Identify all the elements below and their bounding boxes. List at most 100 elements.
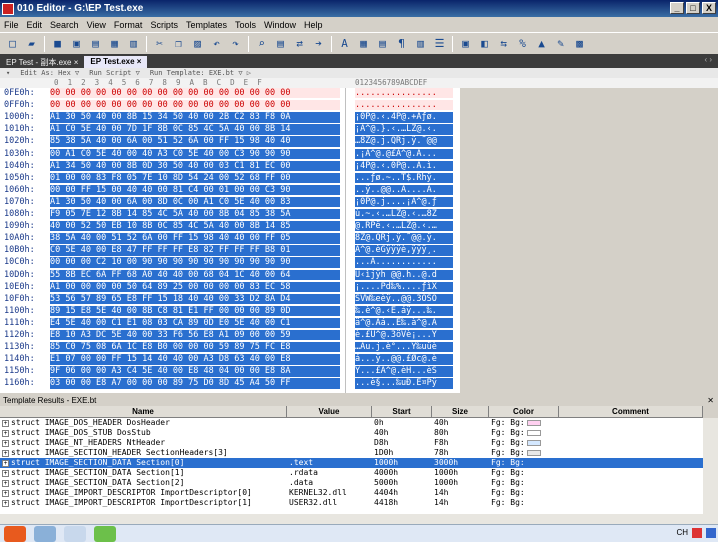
row-ascii[interactable]: ‰.è^@.‹È.áÿ...‰.: [355, 305, 453, 317]
row-ascii[interactable]: ¡4P@.‹.0P@..Á.ì.: [355, 160, 453, 171]
row-hex-bytes[interactable]: A1 00 00 00 00 50 64 89 25 00 00 00 00 8…: [50, 281, 340, 292]
collapse-icon[interactable]: ▾: [6, 69, 10, 77]
hex-row[interactable]: 1080h: F9 05 7E 12 8B 14 85 4C 5A 40 00 8…: [0, 209, 460, 220]
histogram-icon[interactable]: ▲: [533, 35, 550, 52]
row-ascii[interactable]: ...è§...‰uÐ.E¤Pÿ: [355, 378, 453, 389]
row-hex-bytes[interactable]: A1 30 50 40 00 8B 15 34 50 40 00 2B C2 8…: [50, 112, 340, 123]
row-hex-bytes[interactable]: 01 00 00 83 F8 05 7E 10 8D 54 24 00 52 6…: [50, 172, 340, 184]
print-icon[interactable]: ▥: [125, 35, 142, 52]
row-hex-bytes[interactable]: 89 15 E8 5E 40 00 8B C8 81 E1 FF 00 00 0…: [50, 305, 340, 317]
hex-row[interactable]: 10B0h: C0 5E 40 00 E8 47 FF FF FF E8 82 F…: [0, 245, 460, 256]
hex-row[interactable]: 0FF0h: 00 00 00 00 00 00 00 00 00 00 00 0…: [0, 100, 460, 111]
hex-row[interactable]: 10D0h: 55 8B EC 6A FF 68 A0 40 40 00 68 0…: [0, 269, 460, 280]
goto-icon[interactable]: ➔: [310, 35, 327, 52]
folder-icon[interactable]: ▦: [106, 35, 123, 52]
row-hex-bytes[interactable]: 00 A1 C0 5E 40 00 40 A3 C0 5E 40 00 C3 9…: [50, 148, 340, 159]
close-icon[interactable]: ✕: [707, 396, 714, 405]
hex-row[interactable]: 1040h: A1 34 50 40 00 8B 0D 30 50 40 00 0…: [0, 160, 460, 171]
row-ascii[interactable]: …Àu.j.è°...Y‰uüè: [355, 342, 453, 353]
cut-icon[interactable]: ✂: [151, 35, 168, 52]
row-hex-bytes[interactable]: 40 00 52 50 EB 10 8B 0C 85 4C 5A 40 00 8…: [50, 221, 340, 232]
menu-templates[interactable]: Templates: [182, 20, 231, 30]
menu-file[interactable]: File: [0, 20, 23, 30]
hex-row[interactable]: 1010h: A1 C0 5E 40 00 7D 1F 8B 0C 85 4C 5…: [0, 124, 460, 135]
hex-row[interactable]: 1130h: 85 C0 75 08 6A 1C E8 B0 00 00 00 5…: [0, 342, 460, 353]
menu-window[interactable]: Window: [260, 20, 300, 30]
template-row[interactable]: + struct IMAGE_IMPORT_DESCRIPTOR ImportDe…: [0, 488, 703, 498]
bg-swatch[interactable]: [526, 439, 541, 446]
hex-row[interactable]: 1160h: 03 00 00 E8 A7 00 00 00 89 75 D0 8…: [0, 378, 460, 389]
row-ascii[interactable]: è.£Ü^@.3öVè¡...Y: [355, 330, 453, 341]
tab-ep-test[interactable]: EP Test.exe ×: [84, 56, 148, 68]
tray-app-icon[interactable]: [706, 528, 716, 538]
template-row[interactable]: + struct IMAGE_SECTION_DATA Section[0] .te…: [0, 458, 703, 468]
expand-icon[interactable]: +: [2, 430, 9, 437]
row-hex-bytes[interactable]: 55 8B EC 6A FF 68 A0 40 40 00 68 04 1C 4…: [50, 269, 340, 280]
hex-row[interactable]: 10E0h: A1 00 00 00 00 50 64 89 25 00 00 0…: [0, 281, 460, 292]
find-in-files-icon[interactable]: ▤: [272, 35, 289, 52]
list-icon[interactable]: ☰: [431, 35, 448, 52]
row-ascii[interactable]: À^@.èGÿÿÿè‚ÿÿÿ¸.: [355, 245, 453, 256]
hex-row[interactable]: 1150h: 9F 06 00 00 A3 C4 5E 40 00 E8 48 0…: [0, 366, 460, 377]
copy-icon[interactable]: ❐: [170, 35, 187, 52]
new-file-icon[interactable]: □: [4, 35, 21, 52]
expand-icon[interactable]: +: [2, 450, 9, 457]
hex-row[interactable]: 1110h: E4 5E 40 00 C1 E1 08 03 CA 89 0D E…: [0, 317, 460, 329]
save-all-icon[interactable]: ▣: [68, 35, 85, 52]
template-row[interactable]: + struct IMAGE_DOS_STUB DosStub 40h 80h Fg: …: [0, 428, 703, 438]
row-ascii[interactable]: ù.~.‹.…LZ@.‹.…8Z: [355, 209, 453, 220]
expand-icon[interactable]: +: [2, 470, 9, 477]
explorer-icon[interactable]: [34, 525, 56, 542]
save-icon[interactable]: ■: [49, 35, 66, 52]
bg-swatch[interactable]: [526, 449, 541, 456]
template-row[interactable]: + struct IMAGE_SECTION_DATA Section[1] .rd…: [0, 468, 703, 478]
menu-tools[interactable]: Tools: [231, 20, 260, 30]
replace-icon[interactable]: ⇄: [291, 35, 308, 52]
row-ascii[interactable]: Ÿ...£Ä^@.èH...èŠ: [355, 366, 453, 377]
template-scrollbar[interactable]: [703, 418, 718, 514]
row-ascii[interactable]: SVW‰eèÿ..@@.3ÒŠÔ: [355, 293, 453, 305]
text-view-icon[interactable]: ▤: [374, 35, 391, 52]
undo-icon[interactable]: ↶: [208, 35, 225, 52]
template-row[interactable]: + struct IMAGE_NT_HEADERS NtHeader D8h F8h F…: [0, 438, 703, 448]
menu-format[interactable]: Format: [110, 20, 147, 30]
row-ascii[interactable]: ¡À^@.}.‹.…LZ@.‹.: [355, 124, 453, 135]
row-hex-bytes[interactable]: A1 C0 5E 40 00 7D 1F 8B 0C 85 4C 5A 40 0…: [50, 124, 340, 135]
row-hex-bytes[interactable]: F9 05 7E 12 8B 14 85 4C 5A 40 00 8B 04 8…: [50, 209, 340, 220]
expand-icon[interactable]: +: [2, 460, 9, 467]
col-start[interactable]: Start: [372, 406, 432, 418]
menu-scripts[interactable]: Scripts: [146, 20, 182, 30]
hex-row[interactable]: 0FE0h: 00 00 00 00 00 00 00 00 00 00 00 0…: [0, 88, 460, 99]
row-hex-bytes[interactable]: 00 00 00 C2 10 00 90 90 90 90 90 90 90 9…: [50, 257, 340, 268]
row-hex-bytes[interactable]: 85 38 5A 40 00 6A 00 51 52 6A 00 FF 15 9…: [50, 136, 340, 147]
expand-icon[interactable]: +: [2, 440, 9, 447]
row-ascii[interactable]: ...Â............: [355, 257, 453, 268]
row-hex-bytes[interactable]: 53 56 57 89 65 E8 FF 15 18 40 40 00 33 D…: [50, 293, 340, 305]
run-script-dropdown[interactable]: Run Script ▽: [89, 69, 140, 77]
minimize-button[interactable]: _: [670, 2, 684, 14]
row-ascii[interactable]: ................: [355, 88, 453, 99]
template-icon[interactable]: ✎: [552, 35, 569, 52]
paste-icon[interactable]: ▨: [189, 35, 206, 52]
row-hex-bytes[interactable]: E1 07 00 00 FF 15 14 40 40 00 A3 D8 63 4…: [50, 354, 340, 365]
menu-edit[interactable]: Edit: [23, 20, 47, 30]
hex-row[interactable]: 1070h: A1 30 50 40 00 6A 00 8D 0C 00 A1 C…: [0, 196, 460, 208]
row-ascii[interactable]: 8Z@.QRj.ÿ.˜@@.ÿ.: [355, 233, 453, 244]
template-row[interactable]: + struct IMAGE_IMPORT_DESCRIPTOR ImportDe…: [0, 498, 703, 508]
row-ascii[interactable]: ¡....Pd‰%....ƒìX: [355, 281, 453, 292]
row-ascii[interactable]: ¡0P@.j....¡À^@.ƒ: [355, 196, 453, 208]
hex-row[interactable]: 1140h: E1 07 00 00 FF 15 14 40 40 00 A3 D…: [0, 354, 460, 365]
row-ascii[interactable]: ¡0P@.‹.4P@.+Âƒø.: [355, 112, 453, 123]
run-template-dropdown[interactable]: Run Template: EXE.bt ▽ ▷: [150, 69, 251, 77]
hex-editor[interactable]: 0FE0h: 00 00 00 00 00 00 00 00 00 00 00 0…: [0, 88, 460, 393]
close-button[interactable]: X: [702, 2, 716, 14]
chat-app-icon[interactable]: [94, 525, 116, 542]
row-hex-bytes[interactable]: A1 34 50 40 00 8B 0D 30 50 40 00 03 C1 8…: [50, 160, 340, 171]
hex-row[interactable]: 1100h: 89 15 E8 5E 40 00 8B C8 81 E1 FF 0…: [0, 305, 460, 317]
tab-ep-test-copy[interactable]: EP Test - 副本.exe ×: [0, 56, 84, 68]
col-comment[interactable]: Comment: [559, 406, 703, 418]
row-hex-bytes[interactable]: 9F 06 00 00 A3 C4 5E 40 00 E8 48 04 00 0…: [50, 366, 340, 377]
row-hex-bytes[interactable]: 00 00 FF 15 00 40 40 00 81 C4 00 01 00 0…: [50, 184, 340, 196]
hex-row[interactable]: 1030h: 00 A1 C0 5E 40 00 40 A3 C0 5E 40 0…: [0, 148, 460, 159]
open-folder-icon[interactable]: ▰: [23, 35, 40, 52]
